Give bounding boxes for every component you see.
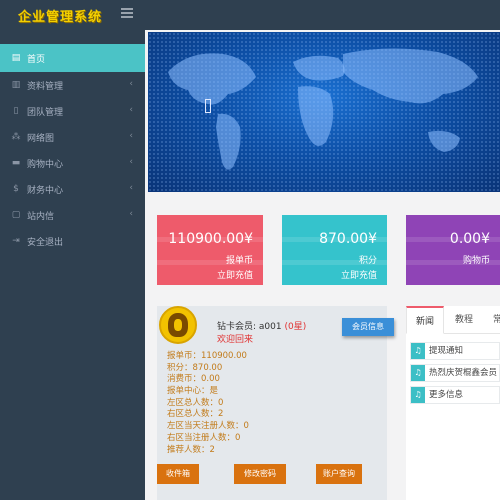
sidebar-item-label: 首页: [27, 54, 46, 65]
sidebar-item-label: 团队管理: [27, 107, 64, 118]
world-map-banner: [148, 32, 500, 192]
truck-icon: ▬: [11, 158, 21, 168]
avatar: [159, 306, 197, 344]
sidebar-item-logout[interactable]: ⇥ 安全退出: [0, 228, 145, 254]
news-item[interactable]: ♫ 更多信息: [410, 386, 500, 404]
chevron-left-icon: ‹: [129, 183, 133, 193]
chevron-left-icon: ‹: [129, 157, 133, 167]
team-icon: ▯: [13, 106, 19, 116]
stat-line: 消费币：0.00: [167, 374, 220, 385]
inbox-button[interactable]: 收件箱: [157, 464, 199, 484]
news-panel: 新闻 教程 常 ♫ 提现通知 ♫ 热烈庆贺棍鑫会员 ♫ 更多信息: [406, 306, 500, 500]
sidebar-item-finance[interactable]: $ 财务中心 ‹: [0, 176, 145, 202]
sidebar-item-shop[interactable]: ▬ 购物中心 ‹: [0, 150, 145, 176]
map-marker-icon: [205, 99, 211, 113]
chevron-left-icon: ‹: [129, 209, 133, 219]
stat-line: 积分：870.00: [167, 362, 223, 373]
sidebar-item-team[interactable]: ▯ 团队管理 ‹: [0, 98, 145, 124]
change-password-button[interactable]: 修改密码: [234, 464, 286, 484]
dollar-icon: $: [13, 184, 19, 194]
document-icon: ▥: [11, 80, 21, 90]
member-panel: 钻卡会员: a001 (0星) 欢迎回来 会员信息 报单币：110900.00 …: [157, 306, 394, 500]
sidebar-item-home[interactable]: ▤ 首页: [0, 44, 151, 72]
stat-line: 右区总人数：2: [167, 409, 224, 420]
news-tabs: 新闻 教程 常: [406, 306, 500, 334]
tab-tutorial[interactable]: 教程: [455, 306, 473, 334]
welcome-text: 欢迎回来: [217, 335, 254, 345]
card-amount: 110900.00¥: [168, 231, 253, 247]
home-icon: ▤: [11, 53, 21, 63]
sidebar-item-label: 站内信: [27, 211, 55, 222]
top-bar: 企业管理系统: [0, 0, 500, 30]
card-label: 报单币: [225, 256, 253, 266]
stat-line: 右区当注册人数：0: [167, 432, 241, 443]
member-title: 钻卡会员: a001 (0星): [217, 322, 307, 332]
sidebar-item-label: 财务中心: [27, 185, 64, 196]
logout-icon: ⇥: [12, 236, 20, 246]
tab-more[interactable]: 常: [493, 306, 500, 334]
card-amount: 0.00¥: [449, 231, 490, 247]
sidebar-item-label: 安全退出: [27, 237, 64, 248]
hamburger-icon[interactable]: [121, 8, 133, 18]
news-item[interactable]: ♫ 热烈庆贺棍鑫会员: [410, 364, 500, 382]
stat-line: 报单币：110900.00: [167, 351, 247, 361]
stat-line: 推荐人数：2: [167, 444, 215, 455]
sidebar-item-profile[interactable]: ▥ 资料管理 ‹: [0, 72, 145, 98]
bell-icon: ♫: [411, 365, 425, 381]
sidebar: ▤ 首页 ▥ 资料管理 ‹ ▯ 团队管理 ‹ ⁂ 网络图 ‹ ▬ 购物中心 ‹ …: [0, 30, 151, 500]
sidebar-item-messages[interactable]: ▢ 站内信 ‹: [0, 202, 145, 228]
stat-line: 左区总人数：0: [167, 397, 224, 408]
bell-icon: ♫: [411, 387, 425, 403]
message-icon: ▢: [11, 210, 21, 220]
news-item[interactable]: ♫ 提现通知: [410, 342, 500, 360]
tab-news[interactable]: 新闻: [406, 306, 444, 334]
recharge-link[interactable]: 立即充值: [341, 268, 377, 281]
stat-card-points: 870.00¥ 积分 立即充值: [282, 215, 387, 285]
card-label: 购物币: [462, 256, 490, 266]
card-amount: 870.00¥: [319, 231, 377, 247]
sidebar-item-label: 购物中心: [27, 159, 64, 170]
stat-card-declaration-coins: 110900.00¥ 报单币 立即充值: [157, 215, 263, 285]
stat-card-shopping-coins: 0.00¥ 购物币: [406, 215, 500, 285]
stat-line: 报单中心：是: [167, 386, 219, 397]
chevron-left-icon: ‹: [129, 79, 133, 89]
member-stats: 报单币：110900.00 积分：870.00 消费币：0.00 报单中心：是 …: [167, 349, 249, 455]
chevron-left-icon: ‹: [129, 105, 133, 115]
stat-line: 左区当天注册人数：0: [167, 421, 249, 432]
bell-icon: ♫: [411, 343, 425, 359]
chevron-left-icon: ‹: [129, 131, 133, 141]
app-logo[interactable]: 企业管理系统: [18, 6, 102, 25]
sidebar-item-label: 网络图: [27, 133, 55, 144]
recharge-link[interactable]: 立即充值: [217, 268, 253, 281]
member-level: (0星): [284, 322, 307, 332]
account-query-button[interactable]: 账户查询: [316, 464, 362, 484]
sidebar-item-label: 资料管理: [27, 81, 64, 92]
card-label: 积分: [358, 256, 377, 266]
main-content: 110900.00¥ 报单币 立即充值 870.00¥ 积分 立即充值 0.00…: [145, 30, 500, 500]
sitemap-icon: ⁂: [11, 132, 21, 142]
member-info-button[interactable]: 会员信息: [342, 318, 394, 336]
sidebar-item-network[interactable]: ⁂ 网络图 ‹: [0, 124, 145, 150]
